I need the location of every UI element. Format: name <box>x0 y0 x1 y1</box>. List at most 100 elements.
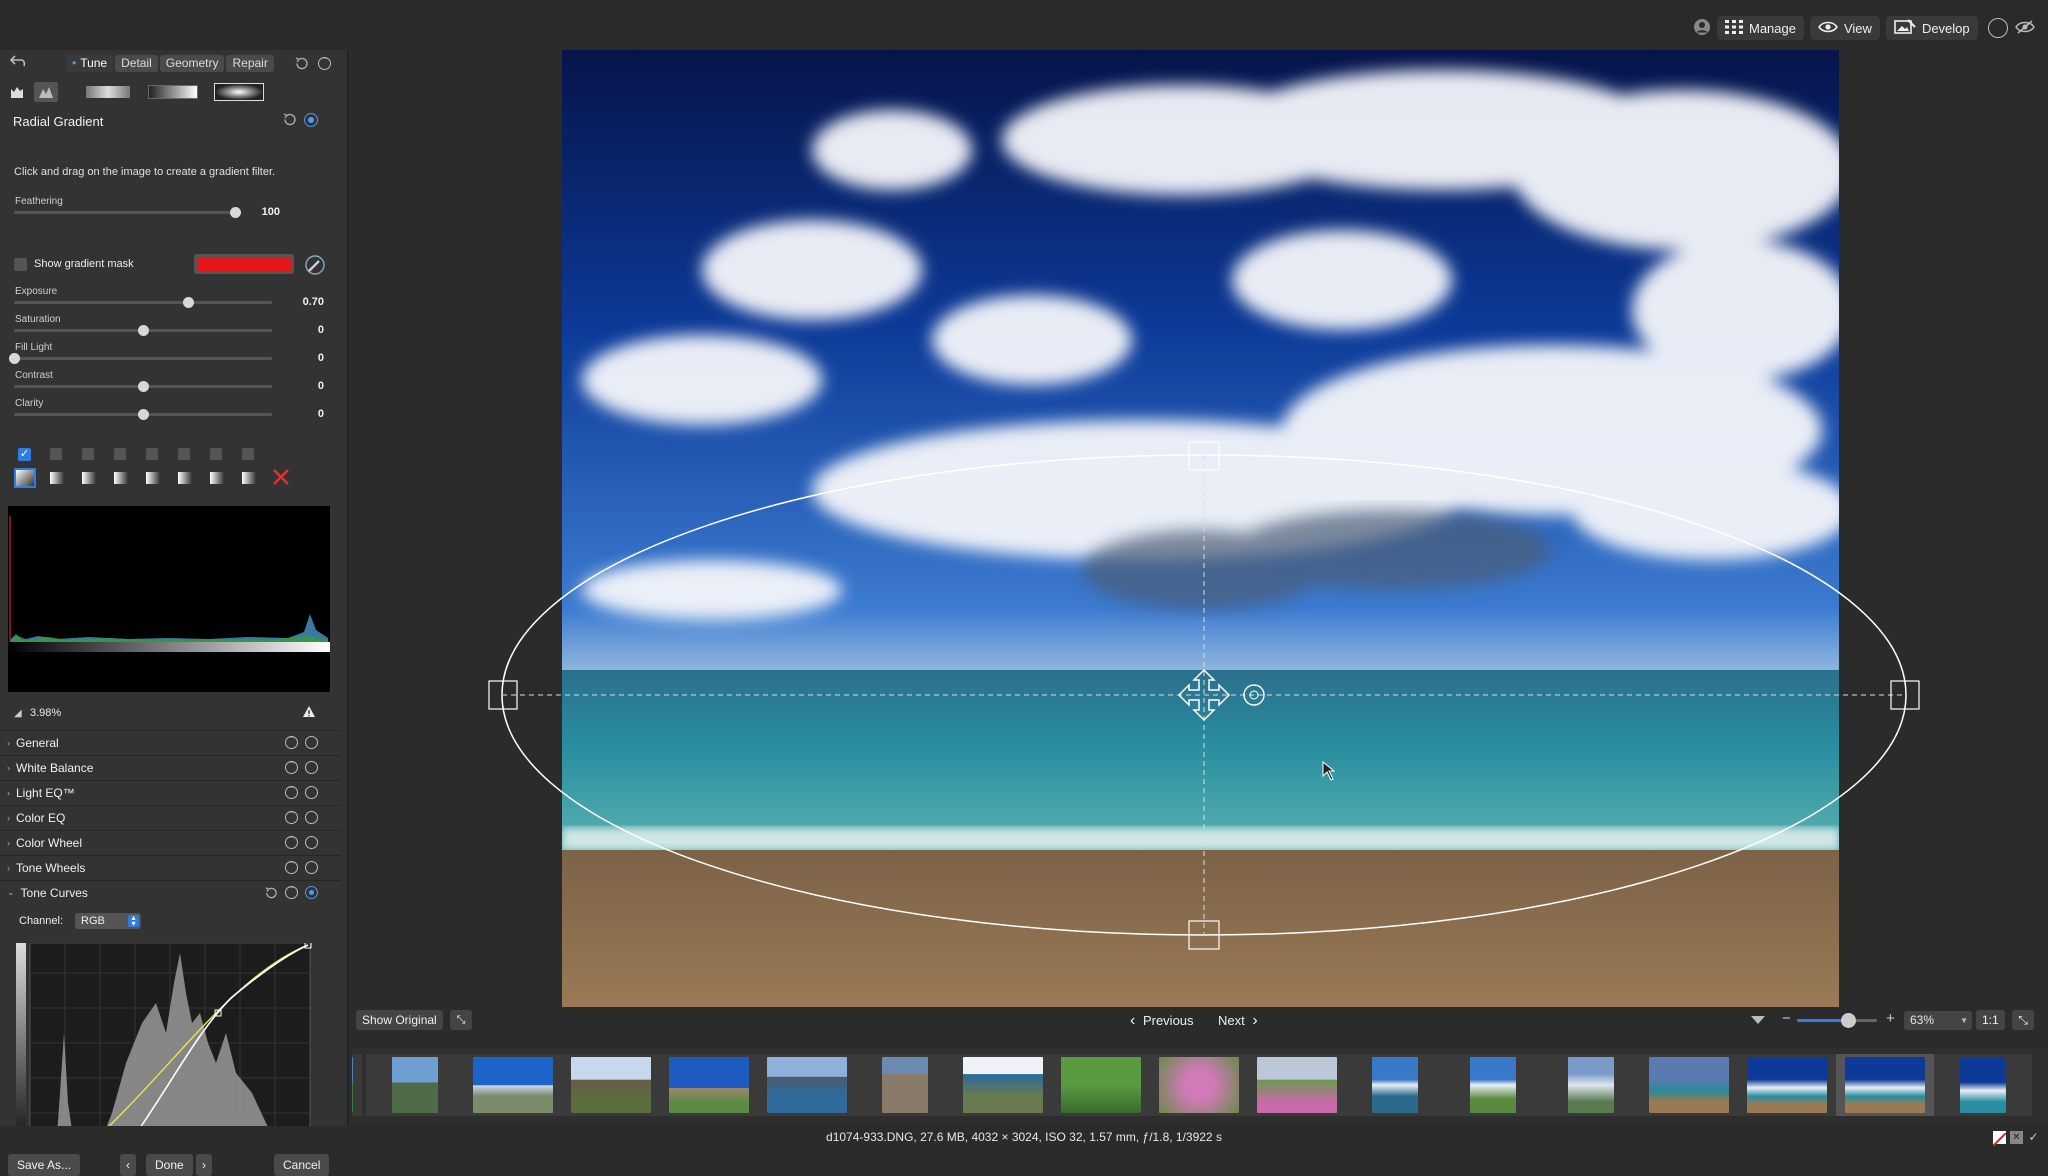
fit-toggle-button[interactable]: ⤡ <box>450 1010 472 1030</box>
slot-gradient-1[interactable] <box>14 468 36 488</box>
slot-checkbox-2[interactable] <box>50 448 62 460</box>
thumbnail[interactable] <box>464 1054 562 1116</box>
slot-checkbox-4[interactable] <box>114 448 126 460</box>
zoom-out-icon[interactable]: − <box>1782 1010 1791 1027</box>
tab-detail[interactable]: Detail <box>115 55 158 72</box>
slot-gradient-2[interactable] <box>50 472 64 484</box>
feathering-slider[interactable]: Feathering 100 <box>14 196 280 218</box>
toggle-icon[interactable] <box>305 786 318 799</box>
fullscreen-button[interactable]: ⤡ <box>2012 1010 2034 1030</box>
tone-curve-editor[interactable] <box>16 941 312 1149</box>
options-icon[interactable] <box>285 757 298 774</box>
thumbnail[interactable] <box>1052 1054 1150 1116</box>
contrast-knob[interactable] <box>138 381 149 392</box>
thumbnail[interactable] <box>758 1054 856 1116</box>
delete-gradient-icon[interactable] <box>272 468 290 489</box>
slot-gradient-5[interactable] <box>146 472 160 484</box>
tone-curves-reset-icon[interactable] <box>264 886 278 900</box>
saturation-slider[interactable]: Saturation 0 <box>14 314 324 336</box>
section-tone-wheels[interactable]: › Tone Wheels <box>0 855 340 879</box>
thumbnail-selected[interactable] <box>1836 1054 1934 1116</box>
section-general[interactable]: › General <box>0 730 340 754</box>
thumbnail[interactable] <box>856 1054 954 1116</box>
previous-button[interactable]: ‹ Previous <box>1130 1012 1194 1030</box>
hide-eye-icon[interactable] <box>2014 19 2036 38</box>
show-mask-checkbox[interactable] <box>14 258 27 271</box>
panorama-icon[interactable] <box>1987 18 2008 38</box>
show-original-button[interactable]: Show Original <box>356 1010 443 1030</box>
options-icon[interactable] <box>285 782 298 799</box>
thumbnail[interactable] <box>1542 1054 1640 1116</box>
user-icon[interactable] <box>1693 18 1711 39</box>
slot-gradient-7[interactable] <box>210 472 224 484</box>
toggle-icon[interactable] <box>305 736 318 749</box>
manage-button[interactable]: Manage <box>1717 16 1804 40</box>
filter-dropdown-icon[interactable] <box>1750 1014 1766 1028</box>
section-color-wheel[interactable]: › Color Wheel <box>0 830 340 854</box>
panel-reset-icon[interactable] <box>282 112 297 130</box>
fill-light-slider[interactable]: Fill Light 0 <box>9 342 324 364</box>
tab-tune[interactable]: Tune <box>66 55 114 72</box>
saturation-knob[interactable] <box>138 325 149 336</box>
section-color-eq[interactable]: › Color EQ <box>0 805 340 829</box>
undo-icon[interactable] <box>9 54 27 71</box>
exposure-track[interactable] <box>14 301 272 304</box>
options-icon[interactable] <box>285 857 298 874</box>
clarity-knob[interactable] <box>138 409 149 420</box>
thumbnail[interactable] <box>1640 1054 1738 1116</box>
thumbnail[interactable] <box>1444 1054 1542 1116</box>
thumbnail[interactable] <box>562 1054 660 1116</box>
section-light-eq[interactable]: › Light EQ™ <box>0 780 340 804</box>
thumbnail[interactable] <box>1738 1054 1836 1116</box>
tone-curves-enable-icon[interactable] <box>305 885 318 899</box>
highlight-warning-icon[interactable] <box>302 705 316 721</box>
zoom-select[interactable]: 63% ▼ <box>1904 1011 1972 1030</box>
zoom-slider[interactable] <box>1797 1013 1877 1028</box>
contrast-slider[interactable]: Contrast 0 <box>14 370 324 392</box>
slot-checkbox-6[interactable] <box>178 448 190 460</box>
channel-select[interactable]: RGB ▴ ▾ <box>75 913 141 929</box>
thumbnail[interactable] <box>366 1054 464 1116</box>
reset-icon[interactable] <box>294 56 309 74</box>
close-square-icon[interactable]: ✕ <box>2010 1131 2023 1144</box>
slot-checkbox-3[interactable] <box>82 448 94 460</box>
cancel-button[interactable]: Cancel <box>274 1154 330 1176</box>
thumbnail[interactable] <box>954 1054 1052 1116</box>
slot-checkbox-8[interactable] <box>242 448 254 460</box>
slot-checkbox-1[interactable]: ✓ <box>18 448 31 461</box>
tab-geometry[interactable]: Geometry <box>159 55 225 72</box>
section-tone-curves[interactable]: ⌄ Tone Curves <box>0 880 340 904</box>
save-as-button[interactable]: Save As... <box>8 1154 81 1176</box>
next-step-button[interactable]: › <box>196 1154 212 1176</box>
slot-gradient-6[interactable] <box>178 472 192 484</box>
local-tool-icon[interactable] <box>34 82 58 102</box>
fill-light-knob[interactable] <box>9 353 20 364</box>
one-to-one-button[interactable]: 1:1 <box>1976 1010 2005 1030</box>
shadow-clip-icon[interactable]: ◢ <box>14 708 22 719</box>
radial-gradient-overlay[interactable] <box>480 440 1950 960</box>
panel-enable-icon[interactable] <box>304 113 318 127</box>
done-button[interactable]: Done <box>146 1154 193 1176</box>
options-icon[interactable] <box>285 832 298 849</box>
filmstrip[interactable] <box>352 1048 2048 1122</box>
reject-flag-icon[interactable] <box>1992 1131 2007 1147</box>
thumbnail[interactable] <box>1346 1054 1444 1116</box>
clarity-slider[interactable]: Clarity 0 <box>14 398 324 420</box>
graduated-filter-icon[interactable] <box>148 85 198 99</box>
next-button[interactable]: Next › <box>1218 1012 1258 1030</box>
thumbnail[interactable] <box>352 1054 362 1116</box>
exposure-slider[interactable]: Exposure 0.70 <box>14 286 324 308</box>
options-icon[interactable] <box>285 732 298 749</box>
thumbnail[interactable] <box>1248 1054 1346 1116</box>
zoom-slider-knob[interactable] <box>1841 1013 1856 1028</box>
exposure-knob[interactable] <box>183 297 194 308</box>
options-icon[interactable] <box>285 807 298 824</box>
slot-checkbox-5[interactable] <box>146 448 158 460</box>
toggle-icon[interactable] <box>305 761 318 774</box>
tab-repair[interactable]: Repair <box>226 55 274 72</box>
fill-light-track[interactable] <box>14 357 272 360</box>
thumbnail[interactable] <box>660 1054 758 1116</box>
prev-step-button[interactable]: ‹ <box>120 1154 136 1176</box>
zoom-in-icon[interactable]: + <box>1886 1010 1895 1027</box>
thumbnail[interactable] <box>1934 1054 2032 1116</box>
